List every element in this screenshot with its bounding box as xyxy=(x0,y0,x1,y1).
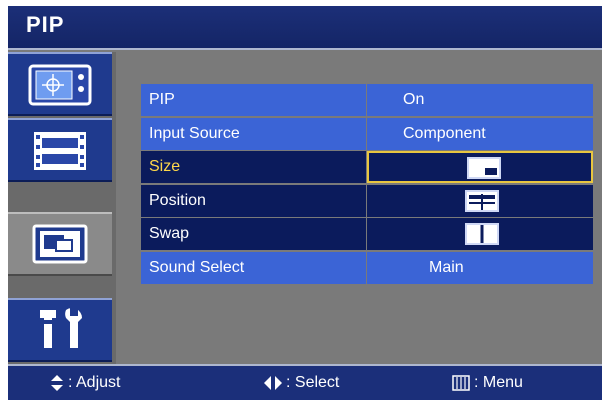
tools-icon xyxy=(40,308,82,348)
sidebar xyxy=(8,52,116,364)
menu-row-pip[interactable]: PIP On xyxy=(141,84,593,118)
title-bar: PIP xyxy=(8,6,602,50)
adjust-label: : Adjust xyxy=(68,374,121,391)
up-down-arrow-icon xyxy=(51,375,63,391)
sidebar-item-picture[interactable] xyxy=(8,52,112,116)
menu-row-input-source[interactable]: Input Source Component xyxy=(141,117,593,152)
pip-tv-icon xyxy=(32,224,88,264)
sidebar-item-setup[interactable] xyxy=(8,298,112,362)
menu-row-size[interactable]: Size xyxy=(141,151,593,185)
row-label: Position xyxy=(141,184,366,217)
film-icon xyxy=(34,132,86,170)
menu-row-sound-select[interactable]: Sound Select Main xyxy=(141,251,593,286)
sidebar-item-pip[interactable] xyxy=(8,212,112,276)
pip-menu: PIP On Input Source Component Size Posit… xyxy=(141,84,593,285)
window-title: PIP xyxy=(26,12,65,37)
select-label: : Select xyxy=(286,374,340,391)
row-label: Size xyxy=(141,151,366,183)
help-bar: : Adjust : Select : Menu xyxy=(8,364,602,400)
row-value[interactable]: Main xyxy=(367,251,593,284)
row-label: Swap xyxy=(141,218,366,250)
menu-label: : Menu xyxy=(474,374,523,391)
pip-osd-window: PIP PIP On Input Source Component Size P… xyxy=(8,6,602,400)
row-value[interactable]: On xyxy=(367,84,593,116)
menu-hint: : Menu xyxy=(452,374,523,392)
pip-size-small-icon xyxy=(467,157,501,179)
row-label: Input Source xyxy=(141,117,366,150)
row-label: Sound Select xyxy=(141,251,366,284)
adjust-hint: : Adjust xyxy=(50,374,120,392)
select-hint: : Select xyxy=(264,374,339,392)
sidebar-item-screen[interactable] xyxy=(8,118,112,182)
row-value[interactable] xyxy=(367,184,593,217)
menu-button-icon xyxy=(452,375,470,391)
menu-row-swap[interactable]: Swap xyxy=(141,218,593,252)
row-value[interactable]: Component xyxy=(367,117,593,150)
row-label: PIP xyxy=(141,84,366,116)
row-value[interactable] xyxy=(367,151,593,183)
left-right-arrow-icon xyxy=(264,376,282,390)
menu-row-position[interactable]: Position xyxy=(141,184,593,219)
pip-swap-icon xyxy=(465,223,499,245)
row-value[interactable] xyxy=(367,218,593,250)
pip-position-icon xyxy=(465,189,499,212)
picture-settings-icon xyxy=(28,64,92,106)
